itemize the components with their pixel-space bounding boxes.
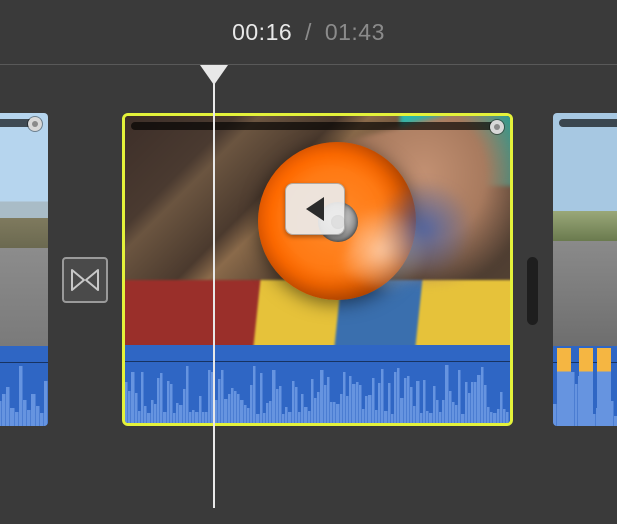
- clip-previous[interactable]: [0, 113, 48, 426]
- reverse-playback-indicator[interactable]: [285, 183, 345, 235]
- playhead-line: [213, 71, 215, 508]
- clip-audio-waveform[interactable]: [0, 346, 48, 426]
- timeline[interactable]: [0, 65, 617, 460]
- timeline-scroll-thumb[interactable]: [527, 257, 538, 325]
- clip-top-indicator: [559, 119, 617, 127]
- time-display-bar: 00:16 / 01:43: [0, 0, 617, 65]
- total-duration: 01:43: [325, 19, 385, 45]
- current-time: 00:16: [232, 19, 292, 45]
- clip-thumbnail: [553, 113, 617, 346]
- clip-marker-icon[interactable]: [490, 120, 504, 134]
- clip-thumbnail: [0, 113, 48, 346]
- clip-top-indicator: [131, 122, 504, 130]
- clip-audio-waveform[interactable]: [125, 345, 510, 423]
- transition-crossfade[interactable]: [62, 257, 108, 303]
- time-separator: /: [305, 19, 312, 45]
- clip-audio-waveform[interactable]: [553, 346, 617, 426]
- crossfade-icon: [71, 269, 99, 291]
- clip-marker-icon[interactable]: [28, 117, 42, 131]
- reverse-play-icon: [304, 196, 326, 222]
- time-readout: 00:16 / 01:43: [232, 19, 385, 46]
- clip-next[interactable]: [553, 113, 617, 426]
- clip-selected[interactable]: [122, 113, 513, 426]
